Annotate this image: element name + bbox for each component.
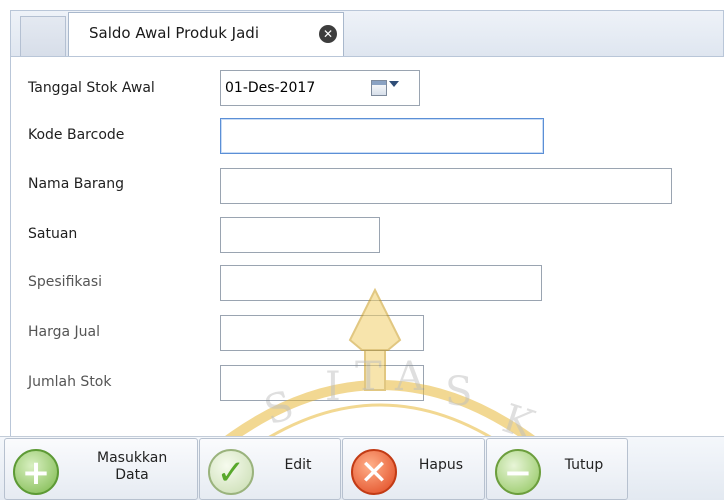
tanggal-stok-awal-date-picker[interactable]: 01-Des-2017 xyxy=(220,70,420,106)
nama-barang-label: Nama Barang xyxy=(28,176,124,192)
minus-circle-icon: − xyxy=(495,449,541,495)
x-circle-icon: ✕ xyxy=(351,449,397,495)
nama-barang-field[interactable] xyxy=(220,168,672,204)
harga-jual-field[interactable] xyxy=(220,315,424,351)
tutup-button[interactable]: − Tutup xyxy=(486,438,628,500)
kode-barcode-field[interactable] xyxy=(220,118,544,154)
masukkan-label-line2: Data xyxy=(115,467,149,483)
hapus-button[interactable]: ✕ Hapus xyxy=(342,438,485,500)
tab-blank[interactable] xyxy=(20,16,66,56)
kode-barcode-input[interactable] xyxy=(221,119,543,153)
tanggal-stok-awal-label: Tanggal Stok Awal xyxy=(28,80,155,96)
harga-jual-input[interactable] xyxy=(221,316,423,350)
tanggal-stok-awal-value: 01-Des-2017 xyxy=(225,80,316,96)
masukkan-data-button[interactable]: + Masukkan Data xyxy=(4,438,198,500)
jumlah-stok-label: Jumlah Stok xyxy=(28,374,112,390)
spesifikasi-field[interactable] xyxy=(220,265,542,301)
harga-jual-label: Harga Jual xyxy=(28,324,101,340)
spesifikasi-label: Spesifikasi xyxy=(28,274,103,290)
satuan-label: Satuan xyxy=(28,226,78,242)
edit-button[interactable]: ✓ Edit xyxy=(199,438,341,500)
masukkan-label-line1: Masukkan xyxy=(97,450,168,466)
satuan-input[interactable] xyxy=(221,218,379,252)
tab-title: Saldo Awal Produk Jadi xyxy=(89,24,259,42)
hapus-label: Hapus xyxy=(418,457,464,473)
action-toolbar: + Masukkan Data ✓ Edit ✕ Hapus − Tutup xyxy=(0,436,724,500)
spesifikasi-input[interactable] xyxy=(221,266,541,300)
tutup-label: Tutup xyxy=(564,457,604,473)
satuan-field[interactable] xyxy=(220,217,380,253)
tab-strip: Saldo Awal Produk Jadi ✕ xyxy=(0,0,724,57)
checkmark-circle-icon: ✓ xyxy=(208,449,254,495)
close-icon[interactable]: ✕ xyxy=(319,25,337,43)
calendar-icon[interactable] xyxy=(371,80,387,96)
nama-barang-input[interactable] xyxy=(221,169,671,203)
plus-circle-icon: + xyxy=(13,449,59,495)
edit-label: Edit xyxy=(284,457,312,473)
chevron-down-icon[interactable] xyxy=(389,81,399,87)
kode-barcode-label: Kode Barcode xyxy=(28,127,125,143)
jumlah-stok-field[interactable] xyxy=(220,365,424,401)
masukkan-data-label: Masukkan Data xyxy=(97,450,167,484)
jumlah-stok-input[interactable] xyxy=(221,366,423,400)
tab-saldo-awal-produk-jadi[interactable]: Saldo Awal Produk Jadi ✕ xyxy=(68,12,344,57)
